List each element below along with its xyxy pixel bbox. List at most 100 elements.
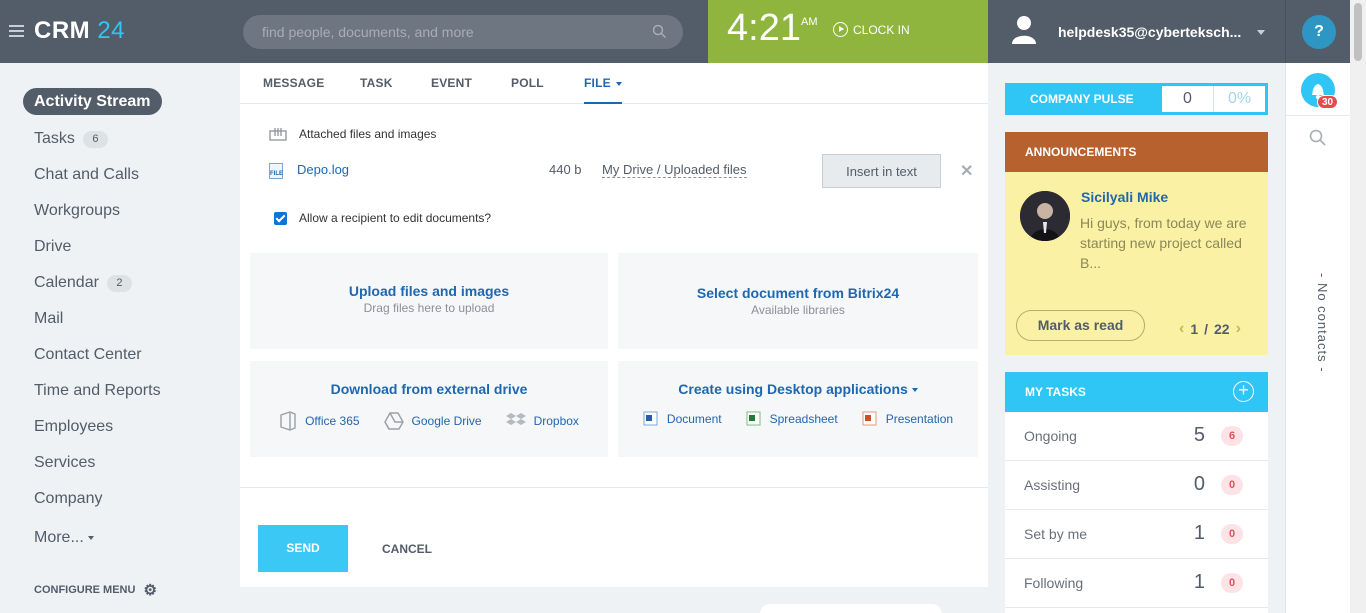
- my-tasks-header: MY TASKS +: [1005, 372, 1268, 412]
- pulse-percent: 0%: [1213, 86, 1265, 112]
- chevron-right-icon[interactable]: ›: [1236, 320, 1241, 338]
- announcements-header: ANNOUNCEMENTS: [1005, 132, 1268, 172]
- sidebar-item-mail[interactable]: Mail: [34, 310, 63, 328]
- clock-widget: 4:21 AM CLOCK IN: [708, 0, 988, 63]
- left-menu: Activity Stream Tasks 6 Chat and Calls Wo…: [0, 63, 240, 613]
- sidebar-item-time-reports[interactable]: Time and Reports: [34, 382, 161, 400]
- composer-tabs: MESSAGE TASK EVENT POLL FILE: [240, 63, 988, 104]
- file-path-link[interactable]: My Drive / Uploaded files: [602, 162, 747, 178]
- presentation-icon: [862, 411, 877, 426]
- chevron-down-icon: [87, 536, 94, 540]
- google-drive-icon: [383, 412, 404, 430]
- google-drive-link[interactable]: Google Drive: [383, 411, 482, 431]
- search-placeholder: find people, documents, and more: [262, 24, 474, 40]
- upload-files-box[interactable]: Upload files and images Drag files here …: [250, 253, 608, 349]
- scrollbar-thumb[interactable]: [1354, 3, 1362, 61]
- my-tasks-list: Ongoing 5 6 Assisting 0 0 Set by me 1 0 Follow…: [1005, 412, 1268, 613]
- sidebar-item-contact-center[interactable]: Contact Center: [34, 346, 142, 364]
- clock-in-button[interactable]: CLOCK IN: [833, 22, 910, 37]
- add-task-icon[interactable]: +: [1233, 381, 1254, 402]
- external-drive-box: Download from external drive Office 365 …: [250, 361, 608, 457]
- user-name: helpdesk35@cyberteksch...: [1058, 24, 1242, 40]
- tab-poll[interactable]: POLL: [511, 76, 544, 90]
- page-total: 22: [1214, 321, 1230, 337]
- file-name-link[interactable]: Depo.log: [297, 162, 349, 177]
- allow-edit-option[interactable]: Allow a recipient to edit documents?: [274, 211, 491, 225]
- task-count-badge: 0: [1221, 475, 1243, 495]
- sidebar-item-workgroups[interactable]: Workgroups: [34, 202, 120, 220]
- tab-message[interactable]: MESSAGE: [263, 76, 324, 90]
- page-current: 1: [1190, 321, 1199, 337]
- task-row-following[interactable]: Following 1 0: [1005, 559, 1268, 608]
- pulse-value: 0: [1183, 90, 1192, 107]
- logo[interactable]: CRM 24: [34, 17, 125, 45]
- allow-edit-checkbox[interactable]: [274, 211, 287, 225]
- tab-file[interactable]: FILE: [584, 76, 622, 104]
- announcement-text[interactable]: Hi guys, from today we are starting new …: [1080, 213, 1260, 273]
- feed-filter-pill[interactable]: [760, 604, 942, 613]
- attached-files-header: Attached files and images: [269, 127, 436, 141]
- sidebar-item-tasks[interactable]: Tasks 6: [34, 130, 108, 148]
- file-icon: FILE: [269, 163, 283, 179]
- user-menu[interactable]: helpdesk35@cyberteksch...: [988, 0, 1285, 63]
- clock-time: 4:21: [727, 7, 801, 49]
- insert-in-text-button[interactable]: Insert in text: [822, 154, 941, 188]
- sidebar-item-services[interactable]: Services: [34, 454, 95, 472]
- task-row-set-by-me[interactable]: Set by me 1 0: [1005, 510, 1268, 559]
- task-row-assisting[interactable]: Assisting 0 0: [1005, 461, 1268, 510]
- sidebar-item-company[interactable]: Company: [34, 490, 102, 508]
- send-button[interactable]: SEND: [258, 525, 348, 572]
- help-button[interactable]: ?: [1302, 15, 1336, 49]
- task-count-badge: 0: [1221, 524, 1243, 544]
- sidebar-item-activity-stream[interactable]: Activity Stream: [23, 88, 162, 115]
- dropbox-icon: [505, 413, 526, 425]
- sidebar-item-chat[interactable]: Chat and Calls: [34, 166, 139, 184]
- divider: [240, 487, 988, 488]
- attached-file-row: FILE Depo.log 440 b My Drive / Uploaded …: [269, 154, 973, 190]
- clock-ampm: AM: [801, 16, 818, 28]
- spreadsheet-icon: [746, 411, 761, 426]
- select-bitrix-document-box[interactable]: Select document from Bitrix24 Available …: [618, 253, 978, 349]
- search-input[interactable]: find people, documents, and more: [243, 15, 683, 49]
- tab-event[interactable]: EVENT: [431, 76, 472, 90]
- notification-count-badge: 30: [1317, 95, 1339, 109]
- user-avatar-icon: [1012, 16, 1036, 44]
- search-icon[interactable]: [1309, 129, 1327, 147]
- avatar[interactable]: [1020, 191, 1070, 241]
- dropbox-link[interactable]: Dropbox: [505, 411, 579, 431]
- search-icon[interactable]: [652, 24, 667, 39]
- announcement-author[interactable]: Sicilyali Mike: [1081, 189, 1168, 205]
- close-icon[interactable]: ✕: [960, 161, 973, 181]
- task-row-ongoing[interactable]: Ongoing 5 6: [1005, 412, 1268, 461]
- calendar-count-badge: 2: [106, 274, 132, 292]
- office365-link[interactable]: Office 365: [279, 411, 360, 431]
- gear-icon: ⚙: [143, 582, 157, 599]
- announcement-pager: ‹ 1 / 22 ›: [1179, 320, 1241, 338]
- sidebar-item-calendar[interactable]: Calendar 2: [34, 274, 132, 292]
- chevron-down-icon: [911, 388, 918, 393]
- play-icon: [833, 22, 848, 37]
- no-contacts-label: - No contacts -: [1315, 273, 1330, 373]
- create-presentation-link[interactable]: Presentation: [862, 411, 953, 427]
- create-document-link[interactable]: Document: [643, 411, 722, 427]
- tab-task[interactable]: TASK: [360, 76, 393, 90]
- menu-icon[interactable]: [9, 25, 24, 37]
- company-pulse-widget[interactable]: COMPANY PULSE 0 0%: [1005, 83, 1268, 115]
- top-header: CRM 24 find people, documents, and more …: [0, 0, 1366, 63]
- cancel-button[interactable]: CANCEL: [382, 542, 432, 556]
- sidebar-item-more[interactable]: More...: [34, 529, 94, 547]
- desktop-apps-dropdown[interactable]: Create using Desktop applications: [618, 381, 978, 397]
- chevron-down-icon: [1257, 30, 1265, 35]
- create-spreadsheet-link[interactable]: Spreadsheet: [746, 411, 838, 427]
- sidebar-item-employees[interactable]: Employees: [34, 418, 113, 436]
- announcement-card: Sicilyali Mike Hi guys, from today we ar…: [1005, 172, 1268, 355]
- configure-menu-button[interactable]: CONFIGURE MENU ⚙: [34, 581, 157, 599]
- author-photo-icon: [1020, 191, 1070, 241]
- sidebar-item-drive[interactable]: Drive: [34, 238, 71, 256]
- mark-as-read-button[interactable]: Mark as read: [1016, 310, 1145, 341]
- post-composer: MESSAGE TASK EVENT POLL FILE Attached fi…: [240, 63, 988, 587]
- page-scrollbar[interactable]: [1350, 0, 1366, 613]
- task-count-badge: 0: [1221, 573, 1243, 593]
- desktop-apps-box: Create using Desktop applications Docume…: [618, 361, 978, 457]
- chevron-left-icon[interactable]: ‹: [1179, 320, 1184, 338]
